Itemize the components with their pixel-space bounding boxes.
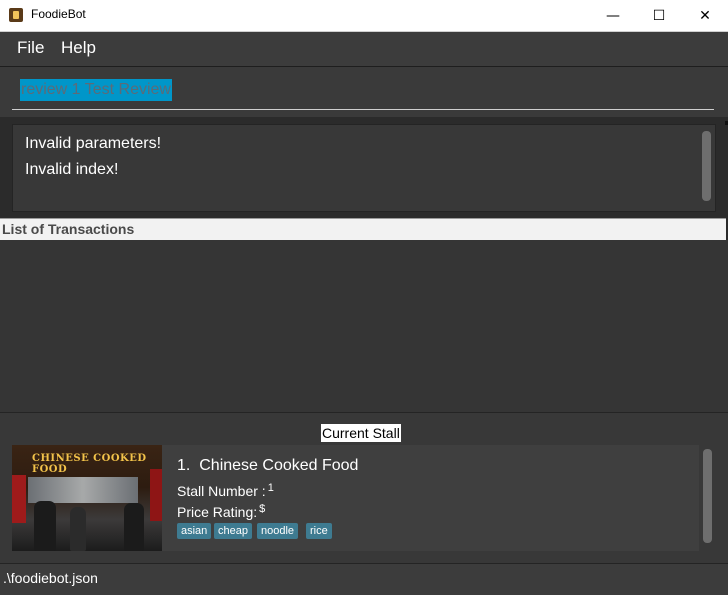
photo-decor	[28, 477, 138, 503]
command-input[interactable]: review 1 Test Review	[12, 77, 714, 110]
stall-name: Chinese Cooked Food	[199, 457, 359, 474]
photo-decor	[70, 507, 86, 551]
command-input-text: review 1 Test Review	[20, 79, 172, 101]
price-rating-row: Price Rating: $	[177, 503, 265, 520]
menu-help[interactable]: Help	[61, 38, 96, 58]
current-stall-label: Current Stall	[321, 424, 401, 442]
photo-decor	[12, 475, 26, 523]
status-file-path: .\foodiebot.json	[3, 570, 98, 586]
app-icon	[9, 8, 23, 22]
price-rating-label: Price Rating:	[177, 504, 258, 520]
close-button[interactable]: ✕	[682, 0, 728, 31]
menu-file[interactable]: File	[17, 38, 44, 58]
menu-bar: File Help	[0, 32, 728, 67]
photo-decor	[150, 469, 162, 521]
current-stall-panel: Current Stall CHINESE COOKED FOOD 1. Chi…	[0, 413, 728, 563]
stall-index: 1.	[177, 457, 191, 474]
stall-scrollbar[interactable]	[703, 449, 712, 543]
stall-card[interactable]: CHINESE COOKED FOOD 1. Chinese Cooked Fo…	[12, 445, 699, 551]
result-display[interactable]: Invalid parameters! Invalid index!	[12, 124, 716, 212]
stall-number-value: 1	[267, 482, 274, 494]
minimize-icon: —	[606, 7, 620, 24]
stall-title: 1. Chinese Cooked Food	[177, 457, 358, 475]
maximize-icon: ☐	[652, 7, 666, 24]
photo-decor	[34, 501, 56, 551]
result-line: Invalid index!	[25, 161, 119, 178]
tag-cheap: cheap	[214, 523, 252, 539]
command-box-container: review 1 Test Review	[0, 67, 728, 125]
status-bar: .\foodiebot.json	[0, 563, 728, 595]
maximize-button[interactable]: ☐	[636, 0, 682, 31]
stall-photo: CHINESE COOKED FOOD	[12, 445, 162, 551]
transactions-header: List of Transactions	[0, 218, 726, 240]
close-icon: ✕	[699, 7, 711, 24]
tag-asian: asian	[177, 523, 212, 539]
price-rating-value: $	[259, 503, 266, 515]
result-line: Invalid parameters!	[25, 135, 162, 152]
stall-photo-sign: CHINESE COOKED FOOD	[32, 453, 147, 475]
transactions-list[interactable]	[0, 240, 728, 413]
tag-rice: rice	[306, 523, 332, 539]
stall-number-label: Stall Number :	[177, 483, 266, 499]
stall-number-row: Stall Number :1	[177, 482, 274, 499]
transactions-header-label: List of Transactions	[2, 221, 135, 237]
photo-decor	[124, 503, 144, 551]
result-scrollbar[interactable]	[702, 131, 711, 201]
title-bar: FoodieBot — ☐ ✕	[0, 0, 728, 32]
window-title: FoodieBot	[31, 7, 86, 21]
minimize-button[interactable]: —	[590, 0, 636, 31]
tag-noodle: noodle	[257, 523, 299, 539]
